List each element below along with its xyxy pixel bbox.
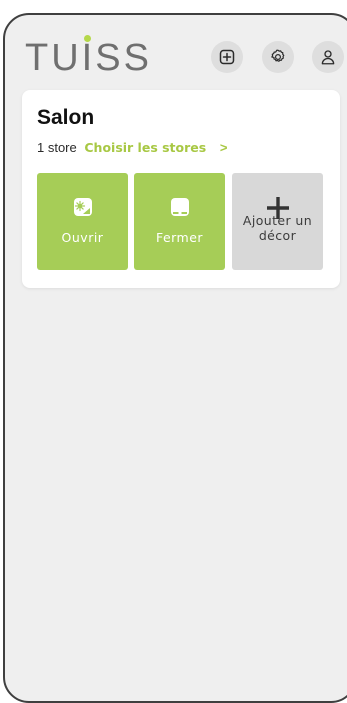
choose-stores-link[interactable]: Choisir les stores <box>84 140 206 155</box>
blind-close-icon <box>170 198 189 216</box>
app-header: TUI SS <box>5 15 347 93</box>
add-button[interactable] <box>211 41 243 73</box>
close-tile[interactable]: Fermer <box>134 173 225 270</box>
chevron-right-icon[interactable]: > <box>220 140 228 155</box>
logo-i-dot <box>84 35 92 42</box>
logo-part-ss: SS <box>95 37 152 79</box>
room-card: Salon 1 store Choisir les stores > Ouvri… <box>22 90 340 288</box>
user-icon <box>321 50 335 65</box>
room-subline: 1 store Choisir les stores > <box>37 140 227 155</box>
room-title: Salon <box>37 106 95 129</box>
gear-icon <box>271 49 285 62</box>
profile-button[interactable] <box>312 41 344 73</box>
settings-button[interactable] <box>262 41 294 73</box>
add-decor-tile[interactable]: Ajouter un décor <box>232 173 323 270</box>
logo-part-i: I <box>81 35 96 79</box>
open-label: Ouvrir <box>61 230 104 245</box>
store-count: 1 store <box>37 140 77 155</box>
add-decor-label: Ajouter un décor <box>242 213 313 243</box>
open-tile[interactable]: Ouvrir <box>37 173 128 270</box>
tuiss-logo: TUI SS <box>25 35 152 79</box>
close-label: Fermer <box>155 230 204 245</box>
logo-part-tu: TU <box>25 37 82 79</box>
phone-frame: TUISS Salon 1 store Choisir les stores <box>3 13 347 703</box>
add-square-icon <box>219 49 235 65</box>
blind-open-icon <box>73 198 92 216</box>
